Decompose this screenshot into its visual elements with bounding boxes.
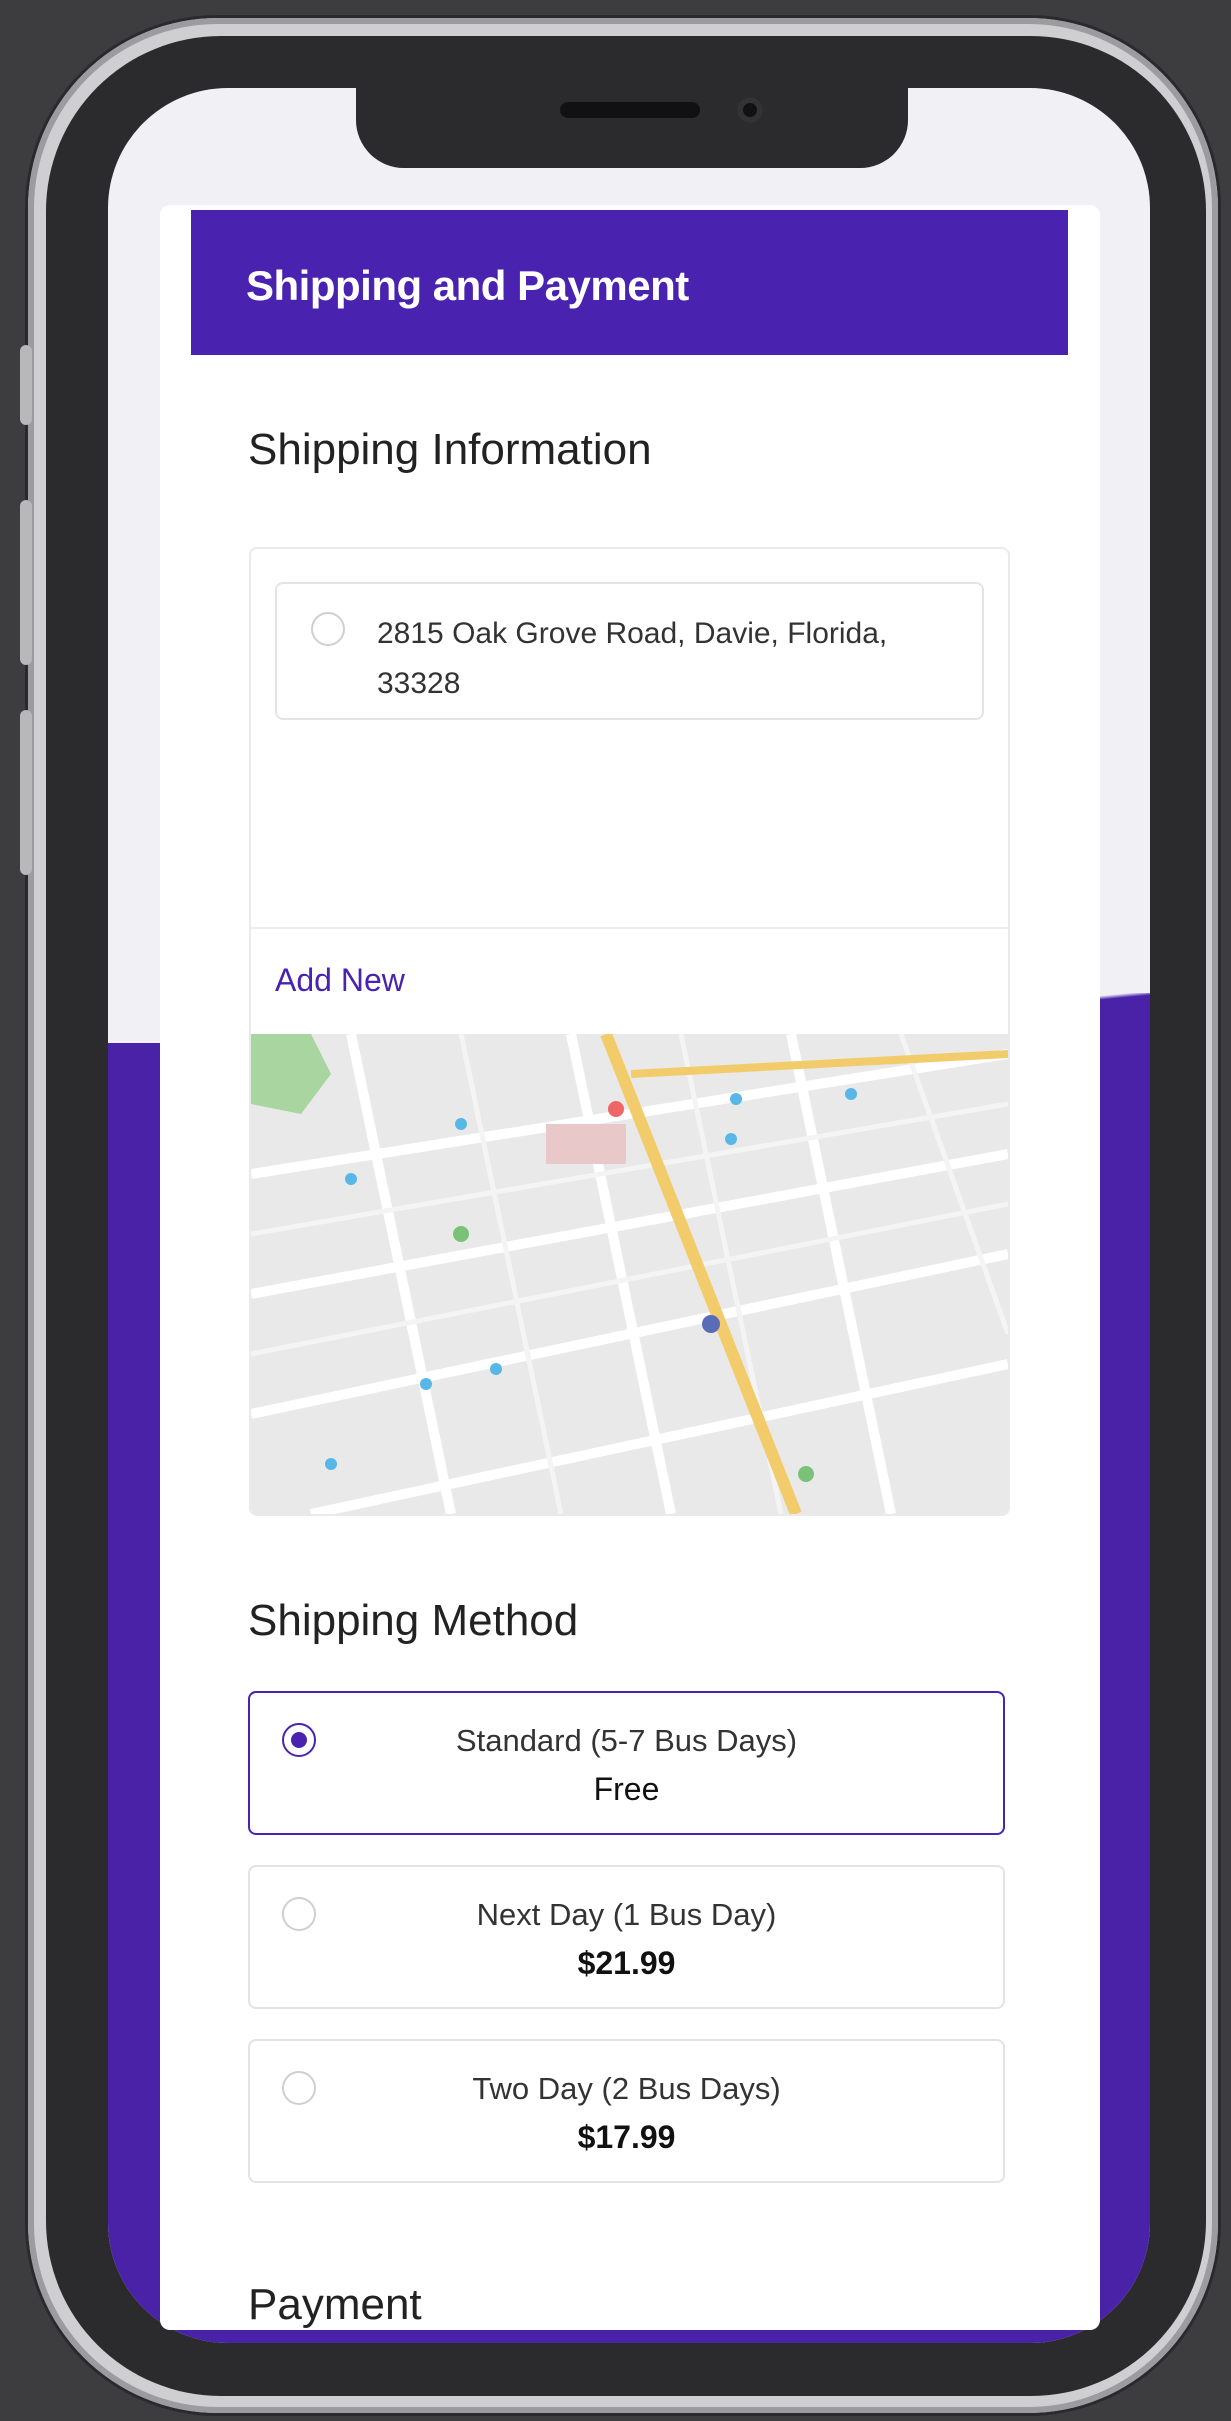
address-radio[interactable] (311, 612, 345, 646)
address-panel: 2815 Oak Grove Road, Davie, Florida, 333… (249, 547, 1010, 1516)
shipping-option-two-day[interactable]: Two Day (2 Bus Days) $17.99 (248, 2039, 1005, 2183)
shipping-option-name: Standard (5-7 Bus Days) (455, 1723, 798, 1758)
shipping-option-name: Next Day (1 Bus Day) (476, 1897, 777, 1932)
shipping-option-next-day[interactable]: Next Day (1 Bus Day) $21.99 (248, 1865, 1005, 2009)
checkout-card: Shipping and Payment Shipping Informatio… (160, 205, 1100, 2330)
volume-down-button (20, 710, 32, 875)
shipping-option-price: $17.99 (577, 2119, 676, 2155)
shipping-information-title: Shipping Information (248, 425, 652, 474)
address-text: 2815 Oak Grove Road, Davie, Florida, 333… (377, 617, 888, 700)
speaker-grille (560, 102, 700, 118)
phone-notch (356, 88, 908, 168)
shipping-method-title: Shipping Method (248, 1596, 579, 1645)
address-option[interactable]: 2815 Oak Grove Road, Davie, Florida, 333… (275, 582, 984, 720)
shipping-option-price: Free (593, 1771, 660, 1807)
shipping-option-price: $21.99 (577, 1945, 676, 1981)
volume-up-button (20, 500, 32, 665)
payment-title: Payment (248, 2280, 422, 2329)
map-svg (251, 1031, 1008, 1514)
divider (251, 927, 1008, 929)
add-new-link[interactable]: Add New (275, 962, 405, 999)
camera-icon (737, 97, 763, 123)
mute-switch (20, 345, 32, 425)
shipping-option-name: Two Day (2 Bus Days) (472, 2071, 781, 2106)
shipping-option-standard[interactable]: Standard (5-7 Bus Days) Free (248, 1691, 1005, 1835)
page-title: Shipping and Payment (246, 262, 689, 309)
map-image[interactable] (251, 1031, 1008, 1514)
header-bar: Shipping and Payment (191, 210, 1068, 355)
